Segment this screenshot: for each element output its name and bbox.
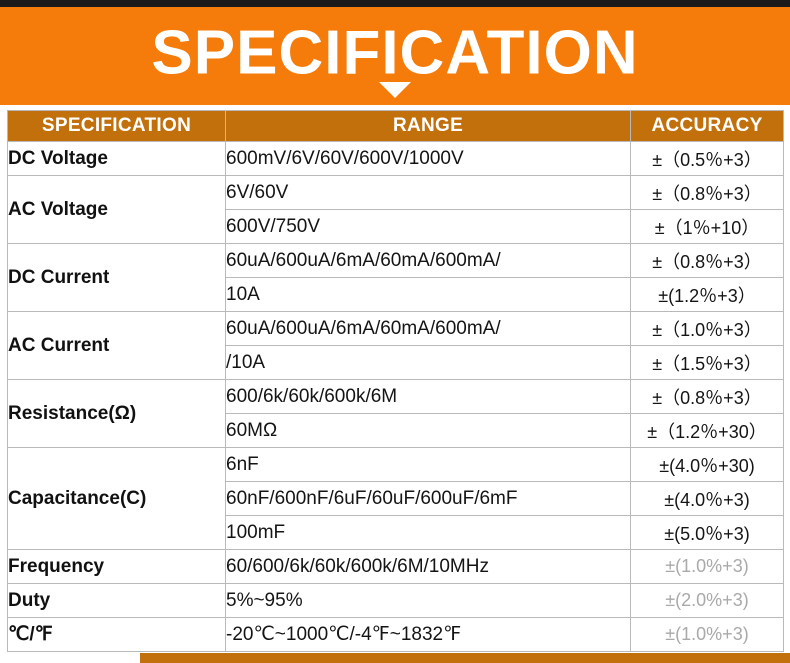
cell-accuracy: ±（1％+10） <box>630 209 784 244</box>
table-row: DC Voltage 600mV/6V/60V/600V/1000V ±（0.5％+… <box>7 141 784 176</box>
cell-specification: Frequency <box>7 549 226 584</box>
cell-range: 60/600/6k/60k/600k/6M/10MHz <box>225 549 631 584</box>
cell-range: 100mF <box>225 515 631 550</box>
cell-accuracy: ±（1.2％+30） <box>630 413 784 448</box>
table-body: DC Voltage 600mV/6V/60V/600V/1000V ±（0.5％+… <box>7 141 784 652</box>
table-row: DC Current 60uA/600uA/6mA/60mA/600mA/±（0.… <box>7 243 784 312</box>
cell-accuracy: ±(5.0％+3) <box>630 515 784 550</box>
table-row: Duty 5%~95% ±(2.0%+3) <box>7 583 784 618</box>
table-row: AC Current 60uA/600uA/6mA/60mA/600mA/±（1.… <box>7 311 784 380</box>
triangle-down-icon <box>379 82 411 98</box>
cell-accuracy: ±（0.8％+3） <box>630 243 784 278</box>
cell-range: 60uA/600uA/6mA/60mA/600mA/ <box>225 243 631 278</box>
page-banner: SPECIFICATION <box>0 7 790 105</box>
page-title: SPECIFICATION <box>151 18 639 88</box>
specification-table-wrapper: SPECIFICATION RANGE ACCURACY DC Voltage 6… <box>7 110 784 652</box>
cell-specification: Resistance(Ω) <box>7 379 226 448</box>
cell-range: 6V/60V <box>225 175 631 210</box>
cell-accuracy: ±(1.2％+3） <box>630 277 784 312</box>
cell-accuracy: ±（0.5％+3） <box>630 141 784 176</box>
cell-accuracy: ±(2.0%+3) <box>630 583 784 618</box>
top-black-strip <box>0 0 790 7</box>
cell-accuracy: ±（1.0％+3） <box>630 311 784 346</box>
cell-specification: AC Voltage <box>7 175 226 244</box>
table-header-row: SPECIFICATION RANGE ACCURACY <box>7 110 784 142</box>
cell-range: -20℃~1000℃/-4℉~1832℉ <box>225 617 631 652</box>
table-header: SPECIFICATION RANGE ACCURACY <box>7 110 784 142</box>
cell-accuracy: ±（1.5％+3） <box>630 345 784 380</box>
table-row: ℃/℉ -20℃~1000℃/-4℉~1832℉ ±(1.0%+3) <box>7 617 784 652</box>
table-row: Resistance(Ω) 600/6k/60k/600k/6M ±（0.8％+3） <box>7 379 784 448</box>
cell-specification: DC Current <box>7 243 226 312</box>
cell-accuracy: ±（0.8％+3） <box>630 379 784 414</box>
cell-specification: Duty <box>7 583 226 618</box>
cell-range: 60nF/600nF/6uF/60uF/600uF/6mF <box>225 481 631 516</box>
specification-table: SPECIFICATION RANGE ACCURACY DC Voltage 6… <box>7 110 784 652</box>
cell-range: 600/6k/60k/600k/6M <box>225 379 631 414</box>
cell-range: 600V/750V <box>225 209 631 244</box>
table-row: Capacitance(C) 6nF ±(4.0％+30) <box>7 447 784 550</box>
cell-specification: Capacitance(C) <box>7 447 226 550</box>
column-header-accuracy: ACCURACY <box>630 110 784 142</box>
cell-range: /10A <box>225 345 631 380</box>
cell-specification: ℃/℉ <box>7 617 226 652</box>
cell-range: 5%~95% <box>225 583 631 618</box>
cell-specification: AC Current <box>7 311 226 380</box>
cell-accuracy: ±(1.0%+3) <box>630 549 784 584</box>
column-header-specification: SPECIFICATION <box>7 110 226 142</box>
cell-range: 60MΩ <box>225 413 631 448</box>
cell-accuracy: ±(4.0％+3) <box>630 481 784 516</box>
cell-accuracy: ±(1.0%+3) <box>630 617 784 652</box>
cell-range: 60uA/600uA/6mA/60mA/600mA/ <box>225 311 631 346</box>
column-header-range: RANGE <box>225 110 631 142</box>
table-row: Frequency 60/600/6k/60k/600k/6M/10MHz ±(1.… <box>7 549 784 584</box>
table-row: AC Voltage 6V/60V ±（0.8％+3） <box>7 175 784 244</box>
cell-range: 10A <box>225 277 631 312</box>
specification-page: SPECIFICATION SPECIFICATION RANGE ACCURA… <box>0 0 790 663</box>
cell-specification: DC Voltage <box>7 141 226 176</box>
cell-accuracy: ±(4.0％+30) <box>630 447 784 482</box>
cell-range: 600mV/6V/60V/600V/1000V <box>225 141 631 176</box>
cell-accuracy: ±（0.8％+3） <box>630 175 784 210</box>
cell-range: 6nF <box>225 447 631 482</box>
bottom-white-gap <box>0 653 140 663</box>
